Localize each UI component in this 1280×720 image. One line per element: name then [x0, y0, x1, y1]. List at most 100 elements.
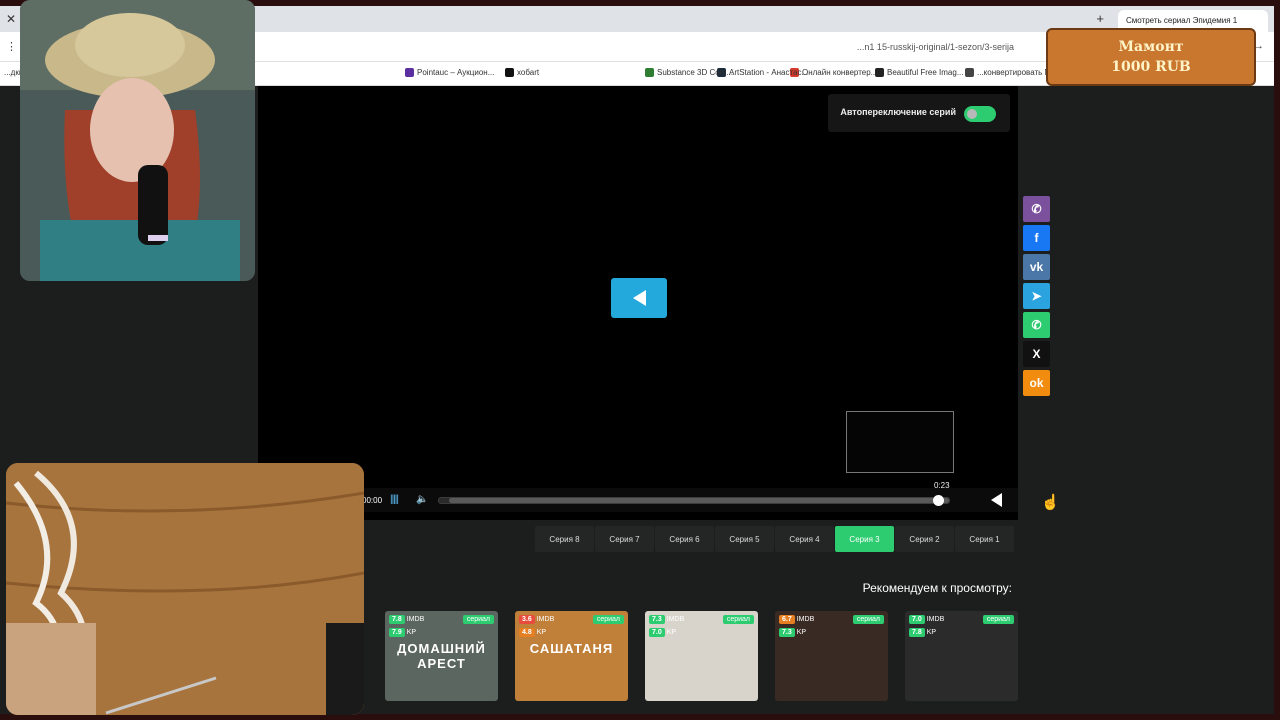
episode-button[interactable]: Серия 4 — [775, 526, 834, 552]
seek-preview — [846, 411, 954, 473]
odnoklassniki-icon[interactable]: ok — [1023, 370, 1050, 396]
kp-label: KP — [926, 629, 937, 636]
episode-list: Серия 1 Серия 2 Серия 3 Серия 4 Серия 5 Серия… — [534, 526, 1014, 552]
control-play-icon[interactable] — [991, 493, 1002, 507]
bookmark-label: Substance 3D Com... — [657, 68, 734, 77]
poster-title: ДОМАШНИЙ АРЕСТ — [397, 641, 486, 671]
share-sidebar: ✆ f vk ➤ ✆ Xok — [1023, 196, 1050, 396]
genre-badge: сериал — [592, 615, 624, 624]
genre-badge: сериал — [462, 615, 494, 624]
handcam-image — [6, 463, 364, 715]
kp-score: 7.3 — [779, 628, 795, 637]
genre-badge: сериал — [982, 615, 1014, 624]
imdb-label: IMDB — [536, 616, 555, 623]
play-button[interactable] — [611, 278, 667, 318]
bookmark-item[interactable]: ...конвертировать М... — [965, 68, 1058, 77]
bookmark-item[interactable]: Beautiful Free Imag... — [875, 68, 963, 77]
bookmark-item[interactable]: Substance 3D Com... — [645, 68, 733, 77]
poster-title: САШАТАНЯ — [529, 641, 614, 656]
bookmark-favicon-icon — [505, 68, 514, 77]
viber-icon[interactable]: ✆ — [1023, 196, 1050, 222]
kp-label: KP — [406, 629, 417, 636]
bookmark-label: хобаrt — [517, 68, 540, 77]
donation-amount: 1000 RUB — [1111, 59, 1191, 75]
episode-button[interactable]: Серия 5 — [715, 526, 774, 552]
bookmark-label: Beautiful Free Imag... — [887, 68, 964, 77]
volume-slider[interactable]: ||||| — [390, 494, 399, 505]
kp-score: 4.8 — [519, 628, 535, 637]
imdb-label: IMDB — [926, 616, 945, 623]
imdb-score: 7.8 — [389, 615, 405, 624]
imdb-rating: 7.0 IMDB — [909, 615, 944, 624]
imdb-score: 7.3 — [649, 615, 665, 624]
kp-score: 7.9 — [389, 628, 405, 637]
imdb-score: 7.0 — [909, 615, 925, 624]
kp-rating: 7.3 KP — [779, 628, 806, 637]
autoplay-toggle[interactable] — [964, 106, 996, 122]
current-time: 00:00 — [362, 496, 383, 505]
kp-label: KP — [536, 629, 547, 636]
x-icon[interactable]: X — [1023, 341, 1050, 367]
recommended-card[interactable]: сериал 7.0 IMDB 7.8 KP — [905, 611, 1018, 701]
episode-button[interactable]: Серия 7 — [595, 526, 654, 552]
webcam-image — [20, 0, 255, 281]
imdb-rating: 7.8 IMDB — [389, 615, 424, 624]
donation-name: Мамонт — [1118, 39, 1184, 55]
webcam-overlay — [20, 0, 255, 281]
kp-rating: 7.0 KP — [649, 628, 676, 637]
episode-button[interactable]: Серия 6 — [655, 526, 714, 552]
vk-icon[interactable]: vk — [1023, 254, 1050, 280]
bookmark-favicon-icon — [645, 68, 654, 77]
player-controls: 00:00 ||||| 🔈 ☝ — [358, 488, 1060, 512]
menu-icon[interactable]: ⋮ — [6, 40, 17, 53]
kp-rating: 7.9 KP — [389, 628, 416, 637]
donation-alert: Мамонт 1000 RUB — [1046, 28, 1256, 86]
bookmark-item[interactable]: хобаrt — [505, 68, 539, 77]
hand-cursor-icon: ☝ — [1041, 494, 1060, 511]
imdb-score: 6.7 — [779, 615, 795, 624]
episode-button[interactable]: Серия 2 — [895, 526, 954, 552]
recommended-cards: сериал 7.0 IMDB 7.8 KP сериал 6.7 IMDB 7.3 KP сери… — [385, 611, 1018, 701]
recommended-card[interactable]: сериал 7.8 IMDB 7.9 KP ДОМАШНИЙ АРЕСТ — [385, 611, 498, 701]
progress-fill — [449, 498, 949, 503]
progress-knob[interactable] — [932, 495, 944, 506]
bookmark-favicon-icon — [405, 68, 414, 77]
telegram-icon[interactable]: ➤ — [1023, 283, 1050, 309]
kp-label: KP — [666, 629, 677, 636]
bookmark-label: Онлайн конвертер... — [802, 68, 878, 77]
volume-icon[interactable]: 🔈 — [416, 494, 428, 505]
recommended-card[interactable]: сериал 6.7 IMDB 7.3 KP — [775, 611, 888, 701]
bookmark-favicon-icon — [965, 68, 974, 77]
bookmark-label: Pointauc – Аукцион... — [417, 68, 495, 77]
episode-button[interactable]: Серия 8 — [535, 526, 594, 552]
kp-score: 7.8 — [909, 628, 925, 637]
new-tab-button[interactable]: + — [1096, 11, 1104, 26]
imdb-label: IMDB — [406, 616, 425, 623]
kp-score: 7.0 — [649, 628, 665, 637]
genre-badge: сериал — [852, 615, 884, 624]
recommended-card[interactable]: сериал 7.3 IMDB 7.0 KP — [645, 611, 758, 701]
bookmark-label: ArtStation - Анастас... — [729, 68, 809, 77]
autoplay-label: Автопереключение серий — [840, 107, 956, 117]
imdb-label: IMDB — [666, 616, 685, 623]
whatsapp-icon[interactable]: ✆ — [1023, 312, 1050, 338]
progress-bar[interactable] — [438, 495, 950, 506]
url-field[interactable]: ...n1 15-russkij-original/1-sezon/3-seri… — [857, 42, 1014, 52]
autoplay-panel: Автопереключение серий — [828, 94, 1010, 132]
imdb-score: 3.6 — [519, 615, 535, 624]
window-close-icon[interactable]: ✕ — [6, 12, 16, 26]
kp-rating: 4.8 KP — [519, 628, 546, 637]
facebook-icon[interactable]: f — [1023, 225, 1050, 251]
genre-badge: сериал — [722, 615, 754, 624]
video-player[interactable]: Автопереключение серий 0:23 00:00 ||||| … — [258, 86, 1060, 520]
imdb-rating: 7.3 IMDB — [649, 615, 684, 624]
recommended-card[interactable]: сериал 3.6 IMDB 4.8 KP САШАТАНЯ — [515, 611, 628, 701]
imdb-label: IMDB — [796, 616, 815, 623]
imdb-rating: 6.7 IMDB — [779, 615, 814, 624]
recommended-title: Рекомендуем к просмотру: — [862, 581, 1012, 595]
episode-button[interactable]: Серия 3 — [835, 526, 894, 552]
episode-button[interactable]: Серия 1 — [955, 526, 1014, 552]
handcam-overlay — [6, 463, 364, 715]
bookmark-item[interactable]: Pointauc – Аукцион... — [405, 68, 494, 77]
play-icon — [632, 290, 646, 306]
